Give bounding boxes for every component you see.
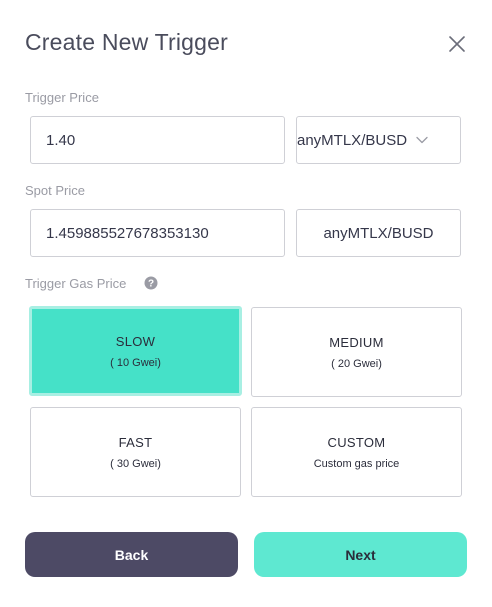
gas-option-detail: ( 30 Gwei) [110, 458, 161, 470]
help-icon[interactable]: ? [144, 276, 158, 290]
svg-text:?: ? [148, 279, 154, 290]
dialog-title: Create New Trigger [25, 29, 229, 55]
gas-option-detail: ( 10 Gwei) [110, 357, 161, 369]
gas-option-name: SLOW [115, 334, 156, 349]
spot-pair-display: anyMTLX/BUSD [296, 209, 461, 257]
back-button[interactable]: Back [25, 532, 238, 577]
gas-option-medium[interactable]: MEDIUM ( 20 Gwei) [251, 307, 462, 397]
next-button[interactable]: Next [254, 532, 467, 577]
gas-option-detail: Custom gas price [313, 458, 400, 470]
trigger-price-label: Trigger Price [25, 90, 99, 105]
spot-pair-value: anyMTLX/BUSD [323, 224, 434, 242]
gas-option-slow[interactable]: SLOW ( 10 Gwei) [29, 306, 242, 396]
spot-price-input [30, 209, 285, 257]
gas-option-fast[interactable]: FAST ( 30 Gwei) [30, 407, 241, 497]
trigger-pair-value: anyMTLX/BUSD [297, 131, 408, 149]
trigger-pair-select[interactable]: anyMTLX/BUSD [296, 116, 461, 164]
gas-price-label: Trigger Gas Price [25, 276, 127, 291]
close-icon[interactable] [444, 31, 470, 57]
gas-option-custom[interactable]: CUSTOM Custom gas price [251, 407, 462, 497]
gas-option-name: FAST [118, 435, 153, 450]
gas-option-name: MEDIUM [329, 335, 384, 350]
chevron-down-icon [416, 136, 428, 144]
spot-price-label: Spot Price [25, 183, 85, 198]
gas-option-detail: ( 20 Gwei) [331, 358, 382, 370]
gas-option-name: CUSTOM [327, 435, 386, 450]
trigger-price-input[interactable] [30, 116, 285, 164]
create-trigger-dialog: Create New Trigger Trigger Price anyMTLX… [0, 0, 492, 607]
